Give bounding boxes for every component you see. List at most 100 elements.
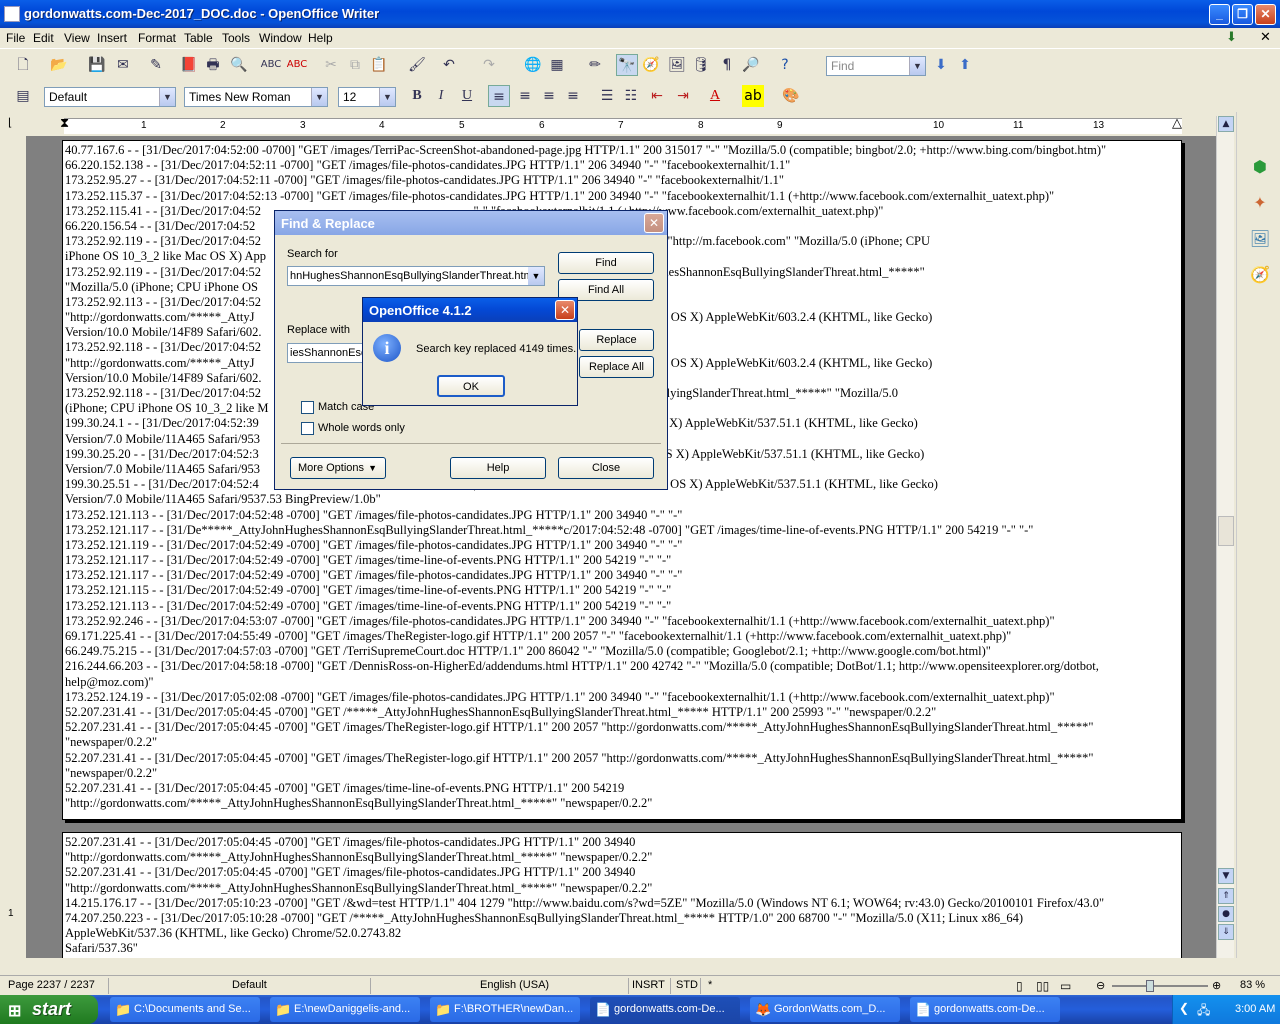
- document-line[interactable]: 74.207.250.223 - - [31/Dec/2017:05:10:28…: [65, 911, 1179, 926]
- document-line[interactable]: 69.171.225.41 - - [31/Dec/2017:04:55:49 …: [65, 629, 1179, 644]
- undo-icon[interactable]: ↶: [438, 54, 460, 76]
- menu-format[interactable]: Format: [138, 31, 176, 45]
- find-button[interactable]: Find: [558, 252, 654, 274]
- replace-button[interactable]: Replace: [579, 329, 654, 351]
- taskbar-item[interactable]: 📁 C:\Documents and Se...: [110, 997, 260, 1022]
- gallery-icon[interactable]: 🖼: [666, 54, 688, 76]
- document-line[interactable]: AppleWebKit/537.36 (KHTML, like Gecko) C…: [65, 926, 1179, 941]
- align-right-icon[interactable]: ≡: [538, 85, 560, 107]
- help-icon[interactable]: ?: [774, 54, 796, 76]
- document-line[interactable]: 40.77.167.6 - - [31/Dec/2017:04:52:00 -0…: [65, 143, 1179, 158]
- document-line[interactable]: 173.252.121.119 - - [31/Dec/2017:04:52:4…: [65, 538, 1179, 553]
- menu-tools[interactable]: Tools: [222, 31, 250, 45]
- taskbar-item[interactable]: 🦊 GordonWatts.com_D...: [750, 997, 900, 1022]
- document-line[interactable]: 173.252.121.117 - - [31/De*****_AttyJohn…: [65, 523, 1179, 538]
- menu-view[interactable]: View: [64, 31, 90, 45]
- zoom-slider[interactable]: [1112, 985, 1208, 987]
- align-center-icon[interactable]: ≡: [514, 85, 536, 107]
- document-line[interactable]: 173.252.121.117 - - [31/Dec/2017:04:52:4…: [65, 553, 1179, 568]
- chevron-down-icon[interactable]: ▼: [379, 88, 395, 106]
- menu-window[interactable]: Window: [259, 31, 302, 45]
- copy-icon[interactable]: ⧉: [344, 54, 366, 76]
- horizontal-scrollbar[interactable]: [0, 958, 1280, 974]
- document-line[interactable]: 173.252.95.27 - - [31/Dec/2017:04:52:11 …: [65, 173, 1179, 188]
- new-document-icon[interactable]: 🗋: [12, 54, 34, 76]
- page-text[interactable]: 52.207.231.41 - - [31/Dec/2017:05:04:45 …: [65, 835, 1179, 957]
- bold-button[interactable]: B: [406, 85, 428, 107]
- book-view-icon[interactable]: ▭: [1060, 979, 1071, 993]
- document-line[interactable]: Safari/537.36": [65, 941, 1179, 956]
- formatting-marks-icon[interactable]: ¶: [716, 54, 738, 76]
- justify-icon[interactable]: ≡: [562, 85, 584, 107]
- email-icon[interactable]: ✉: [112, 54, 134, 76]
- italic-button[interactable]: I: [430, 85, 452, 107]
- find-replace-icon[interactable]: 🔭: [616, 54, 638, 76]
- replace-with-input[interactable]: iesShannonEsq: [287, 343, 363, 363]
- clock[interactable]: 3:00 AM: [1235, 1003, 1275, 1015]
- export-pdf-icon[interactable]: 📕: [178, 54, 200, 76]
- zoom-out-icon[interactable]: ⊖: [1096, 979, 1105, 992]
- styles-icon[interactable]: ✦: [1249, 192, 1271, 214]
- close-window-button[interactable]: ✕: [1255, 4, 1276, 25]
- document-line[interactable]: 173.252.121.117 - - [31/Dec/2017:04:52:4…: [65, 568, 1179, 583]
- document-line[interactable]: 173.252.121.113 - - [31/Dec/2017:04:52:4…: [65, 508, 1179, 523]
- document-line[interactable]: "http://gordonwatts.com/*****_AttyJohnHu…: [65, 850, 1179, 865]
- match-case-checkbox[interactable]: [301, 401, 314, 414]
- document-line[interactable]: 14.215.176.17 - - [31/Dec/2017:05:10:23 …: [65, 896, 1179, 911]
- font-color-icon[interactable]: A: [704, 85, 726, 107]
- chevron-down-icon[interactable]: ▼: [528, 267, 544, 285]
- taskbar-item[interactable]: 📁 F:\BROTHER\newDan...: [430, 997, 580, 1022]
- previous-page-icon[interactable]: ⇑: [1218, 888, 1234, 904]
- whole-words-checkbox[interactable]: [301, 422, 314, 435]
- zoom-icon[interactable]: 🔎: [740, 54, 762, 76]
- document-line[interactable]: "newspaper/0.2.2": [65, 766, 1179, 781]
- close-icon[interactable]: ✕: [555, 300, 575, 320]
- save-icon[interactable]: 💾: [86, 54, 108, 76]
- document-line[interactable]: 52.207.231.41 - - [31/Dec/2017:05:04:45 …: [65, 865, 1179, 880]
- update-icon[interactable]: ⬇: [1226, 30, 1237, 45]
- network-icon[interactable]: 🖧: [1197, 1001, 1210, 1022]
- close-button[interactable]: Close: [558, 457, 654, 479]
- indent-marker-icon[interactable]: ⧗: [60, 116, 69, 131]
- document-line[interactable]: 66.249.75.215 - - [31/Dec/2017:04:57:03 …: [65, 644, 1179, 659]
- document-line[interactable]: 52.207.231.41 - - [31/Dec/2017:05:04:45 …: [65, 781, 1179, 796]
- bullets-icon[interactable]: ☷: [620, 85, 642, 107]
- cut-icon[interactable]: ✂: [320, 54, 342, 76]
- document-line[interactable]: Version/7.0 Mobile/11A465 Safari/9537.53…: [65, 492, 1179, 507]
- document-line[interactable]: "http://gordonwatts.com/*****_AttyJohnHu…: [65, 796, 1179, 811]
- chevron-down-icon[interactable]: ▼: [909, 57, 925, 75]
- chevron-down-icon[interactable]: ▼: [311, 88, 327, 106]
- taskbar-item[interactable]: 📁 E:\newDaniggelis-and...: [270, 997, 420, 1022]
- document-line[interactable]: "http://gordonwatts.com/*****_AttyJohnHu…: [65, 881, 1179, 896]
- start-button[interactable]: ⊞ start: [0, 995, 98, 1024]
- document-line[interactable]: 173.252.121.113 - - [31/Dec/2017:04:52:4…: [65, 599, 1179, 614]
- find-next-icon[interactable]: ⬇: [930, 54, 952, 76]
- gallery-side-icon[interactable]: 🖼: [1249, 228, 1271, 250]
- paragraph-style-select[interactable]: Default ▼: [44, 87, 176, 107]
- background-color-icon[interactable]: 🎨: [780, 85, 802, 107]
- document-line[interactable]: 52.207.231.41 - - [31/Dec/2017:05:04:45 …: [65, 835, 1179, 850]
- document-page[interactable]: 52.207.231.41 - - [31/Dec/2017:05:04:45 …: [62, 832, 1182, 958]
- taskbar-item[interactable]: 📄 gordonwatts.com-De...: [910, 997, 1060, 1022]
- table-icon[interactable]: ▦: [546, 54, 568, 76]
- document-line[interactable]: 52.207.231.41 - - [31/Dec/2017:05:04:45 …: [65, 720, 1179, 735]
- restore-button[interactable]: ❐: [1232, 4, 1253, 25]
- navigator-icon[interactable]: 🧭: [640, 54, 662, 76]
- document-line[interactable]: 52.207.231.41 - - [31/Dec/2017:05:04:45 …: [65, 705, 1179, 720]
- document-line[interactable]: 173.252.121.115 - - [31/Dec/2017:04:52:4…: [65, 583, 1179, 598]
- navigator-side-icon[interactable]: 🧭: [1249, 264, 1271, 286]
- document-line[interactable]: help@moz.com)": [65, 675, 1179, 690]
- edit-mode-icon[interactable]: ✎: [145, 54, 167, 76]
- multi-page-view-icon[interactable]: ▯▯: [1036, 979, 1049, 993]
- replace-all-button[interactable]: Replace All: [579, 356, 654, 378]
- spellcheck-icon[interactable]: ABC: [260, 54, 282, 76]
- properties-icon[interactable]: ⬢: [1249, 156, 1271, 178]
- document-line[interactable]: 216.244.66.203 - - [31/Dec/2017:04:58:18…: [65, 659, 1179, 674]
- find-previous-icon[interactable]: ⬆: [954, 54, 976, 76]
- insert-mode[interactable]: INSRT: [632, 979, 665, 991]
- navigation-icon[interactable]: ●: [1218, 906, 1234, 922]
- single-page-view-icon[interactable]: ▯: [1016, 979, 1023, 993]
- document-line[interactable]: "newspaper/0.2.2": [65, 735, 1179, 750]
- decrease-indent-icon[interactable]: ⇤: [646, 85, 668, 107]
- document-line[interactable]: 173.252.92.246 - - [31/Dec/2017:04:53:07…: [65, 614, 1179, 629]
